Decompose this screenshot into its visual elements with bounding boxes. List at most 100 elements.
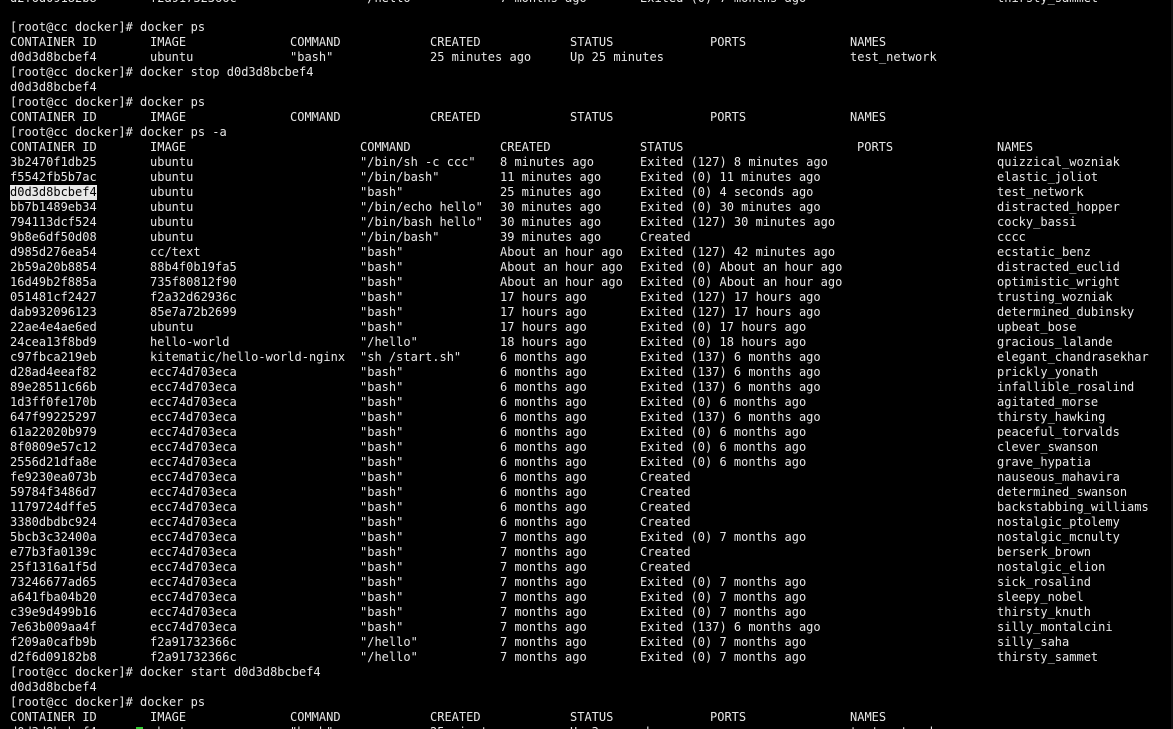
table-row-cell: Up 3 seconds bbox=[570, 725, 657, 729]
table-row-cell: Exited (0) 7 months ago bbox=[640, 530, 807, 544]
table-row-cell: 7 months ago bbox=[500, 560, 587, 574]
table-row-cell: "/hello" bbox=[360, 635, 418, 649]
table-row-cell: ubuntu bbox=[150, 320, 194, 334]
table-row-cell: f2a91732366c bbox=[150, 650, 237, 664]
table-row-cell: determined_dubinsky bbox=[997, 305, 1135, 319]
prompt-line: [root@cc docker]# docker ps bbox=[10, 95, 206, 109]
table-header-cell: NAMES bbox=[850, 35, 887, 49]
table-row-cell: "bash" bbox=[360, 590, 404, 604]
table-row-cell: "bash" bbox=[360, 455, 404, 469]
table-row-cell: ecc74d703eca bbox=[150, 470, 237, 484]
table-row-cell: ecc74d703eca bbox=[150, 530, 237, 544]
partial-cell: 7 months ago bbox=[500, 0, 587, 6]
partial-cell: Exited (0) 7 months ago bbox=[640, 0, 806, 6]
table-row-cell: fe9230ea073b bbox=[10, 470, 97, 484]
table-row-cell: nostalgic_ptolemy bbox=[997, 515, 1120, 529]
table-header-cell: NAMES bbox=[850, 110, 887, 124]
table-row-cell: gracious_lalande bbox=[997, 335, 1113, 349]
table-row-cell: 18 hours ago bbox=[500, 335, 587, 349]
table-row-cell: ecc74d703eca bbox=[150, 620, 237, 634]
table-row-cell: thirsty_knuth bbox=[997, 605, 1091, 619]
table-row-cell: Up 25 minutes bbox=[570, 50, 664, 64]
table-row-cell: "bash" bbox=[360, 560, 404, 574]
table-row-cell: silly_saha bbox=[997, 635, 1070, 649]
table-row-cell: Exited (137) 6 months ago bbox=[640, 380, 821, 394]
table-header-cell: CREATED bbox=[430, 110, 481, 124]
table-row-cell: 6 months ago bbox=[500, 395, 587, 409]
table-row-cell: trusting_wozniak bbox=[997, 290, 1113, 304]
table-row-cell: "bash" bbox=[360, 245, 404, 259]
table-row-cell: Exited (127) 30 minutes ago bbox=[640, 215, 836, 229]
partial-cell: f2a91732366c bbox=[150, 0, 237, 6]
table-header-cell: IMAGE bbox=[150, 35, 187, 49]
table-row-cell: f209a0cafb9b bbox=[10, 635, 97, 649]
table-row-cell: "bash" bbox=[360, 485, 404, 499]
terminal-window[interactable]: d2f6d09182b8 f2a91732366c "/hello" 7 months… bbox=[0, 0, 1173, 729]
table-row-cell: 17 hours ago bbox=[500, 305, 587, 319]
table-row-cell: c39e9d499b16 bbox=[10, 605, 97, 619]
table-row-cell: Exited (0) 7 months ago bbox=[640, 605, 807, 619]
table-row-cell: 1179724dffe5 bbox=[10, 500, 97, 514]
table-row-cell: Exited (0) 11 minutes ago bbox=[640, 170, 821, 184]
table-row-cell: 3380dbdbc924 bbox=[10, 515, 97, 529]
table-header-cell: STATUS bbox=[570, 710, 614, 724]
table-row-cell: ecc74d703eca bbox=[150, 425, 237, 439]
table-row-cell: 8 minutes ago bbox=[500, 155, 594, 169]
prompt-line: [root@cc docker]# docker start d0d3d8bcb… bbox=[10, 665, 321, 679]
table-row-cell: "bash" bbox=[360, 500, 404, 514]
table-row-cell: Exited (137) 6 months ago bbox=[640, 620, 821, 634]
table-row-cell: 1d3ff0fe170b bbox=[10, 395, 97, 409]
table-row-cell: a641fba04b20 bbox=[10, 590, 97, 604]
table-row-cell: d28ad4eeaf82 bbox=[10, 365, 97, 379]
table-row-cell: "bash" bbox=[360, 320, 404, 334]
table-row-cell: "bash" bbox=[360, 545, 404, 559]
table-row-cell: ecstatic_benz bbox=[997, 245, 1091, 259]
table-row-cell: "bash" bbox=[290, 725, 333, 729]
table-row-cell: "bash" bbox=[360, 260, 404, 274]
table-row-cell: 794113dcf524 bbox=[10, 215, 97, 229]
table-row-cell: ecc74d703eca bbox=[150, 560, 237, 574]
table-row-cell: ecc74d703eca bbox=[150, 365, 237, 379]
table-header-cell: IMAGE bbox=[150, 110, 187, 124]
table-row-cell: c97fbca219eb bbox=[10, 350, 97, 364]
table-row-cell: ecc74d703eca bbox=[150, 500, 237, 514]
table-header-cell: CONTAINER ID bbox=[10, 35, 97, 49]
table-row-cell: 22ae4e4ae6ed bbox=[10, 320, 97, 334]
table-header-cell: PORTS bbox=[710, 710, 747, 724]
table-row-cell: nostalgic_mcnulty bbox=[997, 530, 1120, 544]
table-row-cell: 6 months ago bbox=[500, 380, 587, 394]
table-row-cell: grave_hypatia bbox=[997, 455, 1091, 469]
table-row-cell: ubuntu bbox=[150, 200, 194, 214]
table-header-cell: IMAGE bbox=[150, 710, 187, 724]
partial-cell: "/hello" bbox=[360, 0, 418, 6]
table-row-cell: Exited (0) About an hour ago bbox=[640, 275, 843, 289]
table-row-cell: Created bbox=[640, 485, 691, 499]
table-row-cell: "sh /start.sh" bbox=[360, 350, 462, 364]
table-row-cell: Exited (0) 30 minutes ago bbox=[640, 200, 821, 214]
table-row-cell: 17 hours ago bbox=[500, 320, 587, 334]
table-header-cell: CREATED bbox=[430, 35, 481, 49]
table-row-cell: 735f80812f90 bbox=[150, 275, 237, 289]
table-row-cell: "bash" bbox=[360, 275, 404, 289]
table-row-cell: 59784f3486d7 bbox=[10, 485, 97, 499]
table-row-cell: d0d3d8bcbef4 bbox=[10, 185, 97, 200]
table-row-cell: 6 months ago bbox=[500, 440, 587, 454]
table-row-cell: About an hour ago bbox=[500, 245, 623, 259]
table-header-cell: NAMES bbox=[997, 140, 1034, 154]
table-row-cell: 8f0809e57c12 bbox=[10, 440, 97, 454]
table-row-cell: d2f6d09182b8 bbox=[10, 650, 97, 664]
table-row-cell: "bash" bbox=[360, 185, 404, 199]
table-row-cell: 9b8e6df50d08 bbox=[10, 230, 97, 244]
table-row-cell: Exited (0) About an hour ago bbox=[640, 260, 843, 274]
table-row-cell: bb7b1489eb34 bbox=[10, 200, 97, 214]
table-row-cell: kitematic/hello-world-nginx bbox=[150, 350, 346, 364]
table-row-cell: berserk_brown bbox=[997, 545, 1091, 559]
table-row-cell: Created bbox=[640, 515, 691, 529]
table-row-cell: "bash" bbox=[360, 425, 404, 439]
table-header-cell: PORTS bbox=[710, 110, 747, 124]
output-line: d0d3d8bcbef4 bbox=[10, 680, 97, 694]
table-row-cell: 30 minutes ago bbox=[500, 215, 602, 229]
table-row-cell: infallible_rosalind bbox=[997, 380, 1135, 394]
table-row-cell: ecc74d703eca bbox=[150, 575, 237, 589]
table-row-cell: cccc bbox=[997, 230, 1026, 244]
